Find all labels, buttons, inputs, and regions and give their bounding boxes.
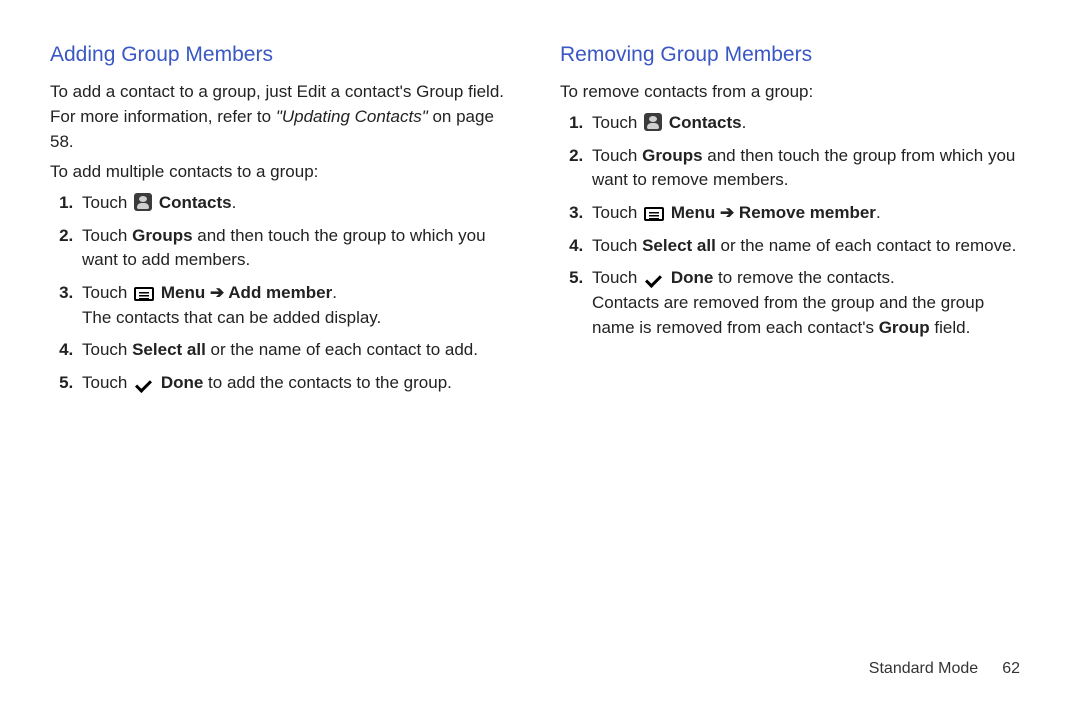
step-text: Touch: [592, 268, 642, 287]
contacts-icon: [134, 193, 152, 211]
remove-member-label: Remove member: [739, 203, 876, 222]
menu-label: Menu: [161, 283, 205, 302]
step-1: Touch Contacts.: [78, 191, 520, 216]
step-2: Touch Groups and then touch the group fr…: [588, 144, 1030, 193]
cross-reference-updating-contacts: "Updating Contacts": [276, 107, 428, 126]
step-text-tail: to add the contacts to the group.: [203, 373, 452, 392]
step-text: Touch: [592, 203, 642, 222]
menu-label: Menu: [671, 203, 715, 222]
arrow-icon: ➔: [715, 203, 739, 222]
groups-label: Groups: [132, 226, 192, 245]
step-text-tail: or the name of each contact to add.: [206, 340, 478, 359]
step-1: Touch Contacts.: [588, 111, 1030, 136]
intro-paragraph: To add a contact to a group, just Edit a…: [50, 80, 520, 154]
heading-adding-group-members: Adding Group Members: [50, 40, 520, 70]
steps-list-adding: Touch Contacts. Touch Groups and then to…: [50, 191, 520, 395]
step-text-tail: to remove the contacts.: [713, 268, 894, 287]
step-note: The contacts that can be added display.: [82, 306, 520, 331]
step-text: Touch: [592, 236, 642, 255]
group-field-label: Group: [879, 318, 930, 337]
step-text-tail: or the name of each contact to remove.: [716, 236, 1017, 255]
step-4: Touch Select all or the name of each con…: [588, 234, 1030, 259]
page-body: Adding Group Members To add a contact to…: [0, 0, 1080, 403]
footer-mode: Standard Mode: [869, 660, 978, 677]
step-note: Contacts are removed from the group and …: [592, 291, 1030, 340]
step-5: Touch Done to add the contacts to the gr…: [78, 371, 520, 396]
contacts-icon: [644, 113, 662, 131]
step-4: Touch Select all or the name of each con…: [78, 338, 520, 363]
page-footer: Standard Mode 62: [869, 657, 1020, 680]
note-c: field.: [930, 318, 971, 337]
heading-removing-group-members: Removing Group Members: [560, 40, 1030, 70]
page-number: 62: [1002, 660, 1020, 677]
groups-label: Groups: [642, 146, 702, 165]
done-check-icon: [134, 377, 154, 391]
step-text: Touch: [82, 283, 132, 302]
select-all-label: Select all: [132, 340, 206, 359]
menu-icon: [134, 287, 154, 301]
period: .: [742, 113, 747, 132]
lead-in-text: To remove contacts from a group:: [560, 80, 1030, 105]
step-text: Touch: [592, 113, 642, 132]
step-text: Touch: [82, 193, 132, 212]
step-text: Touch: [592, 146, 642, 165]
step-text: Touch: [82, 226, 132, 245]
select-all-label: Select all: [642, 236, 716, 255]
done-label: Done: [161, 373, 204, 392]
menu-icon: [644, 207, 664, 221]
done-label: Done: [671, 268, 714, 287]
step-text: Touch: [82, 373, 132, 392]
steps-list-removing: Touch Contacts. Touch Groups and then to…: [560, 111, 1030, 340]
period: .: [232, 193, 237, 212]
step-text: Touch: [82, 340, 132, 359]
step-2: Touch Groups and then touch the group to…: [78, 224, 520, 273]
right-column: Removing Group Members To remove contact…: [560, 40, 1030, 403]
left-column: Adding Group Members To add a contact to…: [50, 40, 520, 403]
contacts-label: Contacts: [159, 193, 232, 212]
add-member-label: Add member: [228, 283, 332, 302]
done-check-icon: [644, 272, 664, 286]
period: .: [876, 203, 881, 222]
arrow-icon: ➔: [205, 283, 228, 302]
lead-in-text: To add multiple contacts to a group:: [50, 160, 520, 185]
step-5: Touch Done to remove the contacts. Conta…: [588, 266, 1030, 340]
contacts-label: Contacts: [669, 113, 742, 132]
period: .: [332, 283, 337, 302]
step-3: Touch Menu ➔ Add member. The contacts th…: [78, 281, 520, 330]
step-3: Touch Menu ➔ Remove member.: [588, 201, 1030, 226]
